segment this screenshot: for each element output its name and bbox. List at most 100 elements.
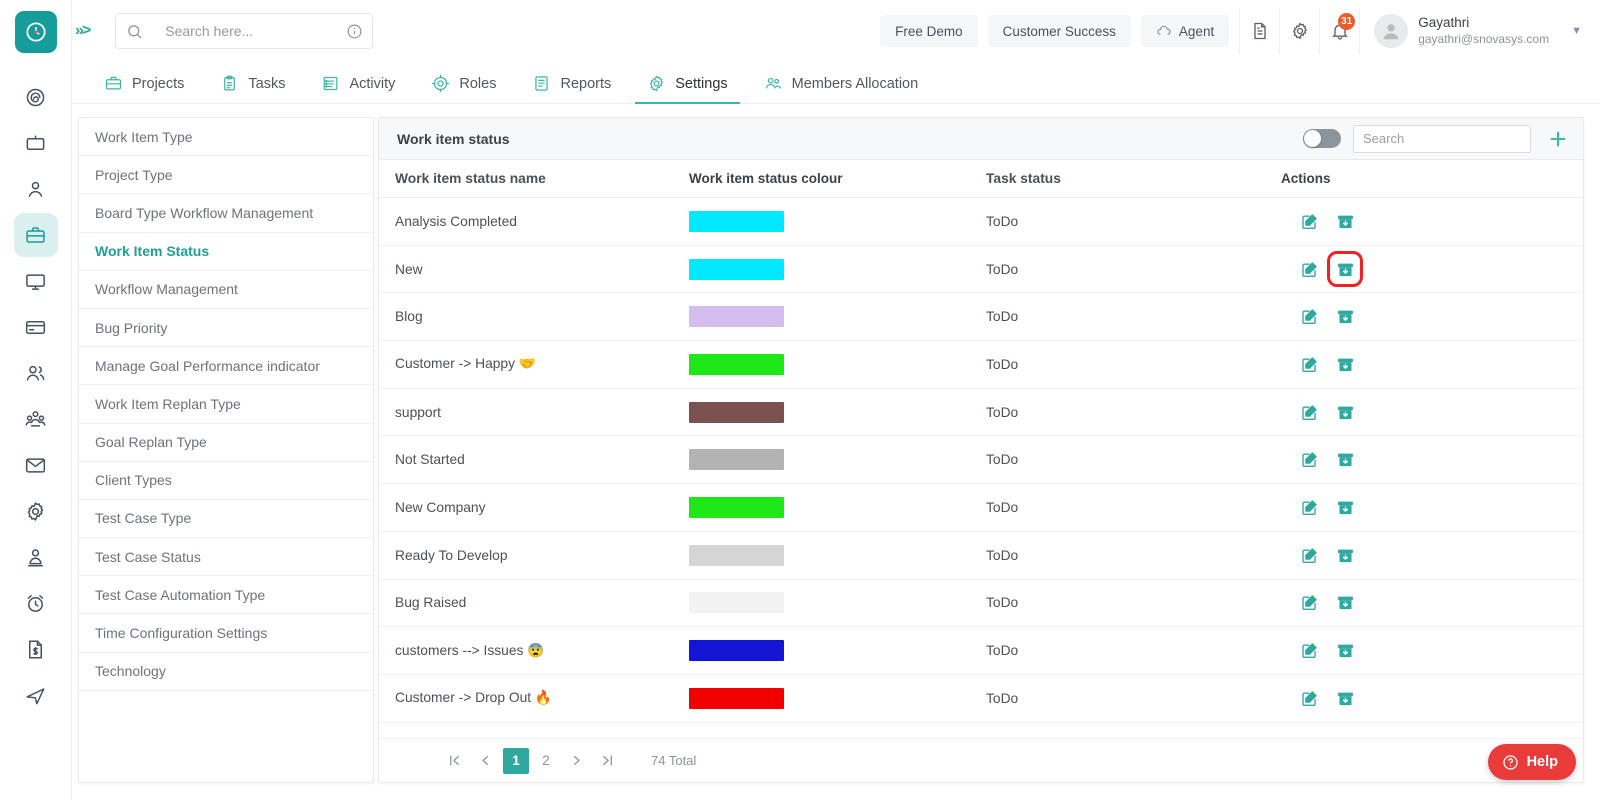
add-status-button[interactable] bbox=[1543, 128, 1573, 150]
column-header-colour: Work item status colour bbox=[689, 171, 843, 186]
submenu-item-work-item-status[interactable]: Work Item Status bbox=[79, 233, 373, 271]
notifications-button[interactable]: 31 bbox=[1319, 8, 1359, 54]
pagination-first[interactable] bbox=[441, 748, 468, 774]
submenu-item-test-case-status[interactable]: Test Case Status bbox=[79, 538, 373, 577]
edit-pencil-icon[interactable] bbox=[1299, 641, 1319, 661]
tab-settings[interactable]: Settings bbox=[629, 74, 745, 104]
edit-pencil-icon[interactable] bbox=[1299, 211, 1319, 231]
archive-download-icon[interactable] bbox=[1335, 641, 1355, 661]
row-action-group bbox=[1281, 354, 1583, 374]
notification-count-badge: 31 bbox=[1338, 13, 1356, 30]
edit-pencil-icon[interactable] bbox=[1299, 354, 1319, 374]
archive-download-icon[interactable] bbox=[1335, 211, 1355, 231]
submenu-item-board-type-workflow-management[interactable]: Board Type Workflow Management bbox=[79, 194, 373, 233]
submenu-item-work-item-replan-type[interactable]: Work Item Replan Type bbox=[79, 385, 373, 424]
submenu-item-test-case-type[interactable]: Test Case Type bbox=[79, 500, 373, 539]
tab-label: Settings bbox=[675, 75, 728, 92]
table-row: New ToDo bbox=[379, 246, 1583, 294]
cell-actions bbox=[1281, 545, 1583, 565]
edit-pencil-icon[interactable] bbox=[1299, 307, 1319, 327]
archive-download-icon[interactable] bbox=[1335, 354, 1355, 374]
tab-activity[interactable]: Activity bbox=[303, 74, 413, 103]
clock-logo-icon[interactable] bbox=[14, 11, 57, 53]
archive-download-icon[interactable] bbox=[1335, 450, 1355, 470]
submenu-item-project-type[interactable]: Project Type bbox=[79, 156, 373, 195]
column-header-task-status: Task status bbox=[986, 171, 1061, 186]
rail-item-list bbox=[13, 75, 58, 717]
archive-download-icon[interactable] bbox=[1335, 497, 1355, 517]
search-input[interactable] bbox=[165, 23, 347, 39]
column-header-actions: Actions bbox=[1281, 171, 1331, 186]
panel-search-input[interactable] bbox=[1353, 124, 1531, 153]
cell-status-name: customers --> Issues 😨 bbox=[395, 642, 545, 658]
pagination-next[interactable] bbox=[563, 748, 590, 774]
archive-download-icon[interactable] bbox=[1335, 307, 1355, 327]
rail-item-send[interactable] bbox=[14, 673, 58, 717]
double-chevron-right-icon[interactable]: »> bbox=[75, 22, 91, 40]
pagination-prev[interactable] bbox=[472, 748, 499, 774]
edit-pencil-icon[interactable] bbox=[1299, 450, 1319, 470]
rail-item-briefcase[interactable] bbox=[13, 213, 58, 257]
pagination-last[interactable] bbox=[594, 748, 621, 774]
send-icon bbox=[26, 687, 45, 704]
info-circle-icon[interactable] bbox=[346, 23, 363, 40]
table-row: Not Started ToDo bbox=[379, 436, 1583, 485]
settings-button[interactable] bbox=[1279, 8, 1319, 54]
tab-projects[interactable]: Projects bbox=[86, 74, 202, 103]
agent-button[interactable]: Agent bbox=[1140, 15, 1230, 47]
rail-item-monitor[interactable] bbox=[14, 259, 58, 303]
rail-item-tv-board[interactable] bbox=[14, 121, 58, 165]
submenu-item-bug-priority[interactable]: Bug Priority bbox=[79, 309, 373, 348]
rail-item-card[interactable] bbox=[14, 305, 58, 349]
mail-icon bbox=[25, 457, 46, 473]
submenu-item-test-case-automation-type[interactable]: Test Case Automation Type bbox=[79, 576, 373, 615]
rail-item-invoice[interactable] bbox=[14, 627, 58, 671]
rail-item-two-people[interactable] bbox=[14, 351, 58, 395]
chevron-down-icon[interactable]: ▼ bbox=[1571, 25, 1582, 37]
edit-pencil-icon[interactable] bbox=[1299, 593, 1319, 613]
submenu-item-manage-goal-performance-indicator[interactable]: Manage Goal Performance indicator bbox=[79, 347, 373, 386]
agent-label: Agent bbox=[1178, 23, 1215, 39]
free-demo-button[interactable]: Free Demo bbox=[880, 15, 978, 47]
cell-actions bbox=[1281, 497, 1583, 517]
edit-pencil-icon[interactable] bbox=[1299, 402, 1319, 422]
submenu-item-technology[interactable]: Technology bbox=[79, 653, 373, 691]
global-search[interactable] bbox=[115, 13, 374, 49]
pagination: 1 2 74 Total bbox=[379, 738, 1583, 782]
edit-pencil-icon[interactable] bbox=[1299, 259, 1319, 279]
cell-status-colour bbox=[689, 544, 986, 566]
help-button[interactable]: Help bbox=[1487, 744, 1576, 780]
tab-tasks[interactable]: Tasks bbox=[202, 74, 303, 103]
rail-item-user-badge[interactable] bbox=[14, 535, 58, 579]
tab-reports[interactable]: Reports bbox=[514, 74, 629, 103]
pagination-page-2[interactable]: 2 bbox=[533, 748, 559, 774]
submenu-item-workflow-management[interactable]: Workflow Management bbox=[79, 271, 373, 309]
edit-pencil-icon[interactable] bbox=[1299, 545, 1319, 565]
rail-item-mail[interactable] bbox=[14, 443, 58, 487]
submenu-item-goal-replan-type[interactable]: Goal Replan Type bbox=[79, 424, 373, 462]
rail-item-alarm-clock[interactable] bbox=[14, 581, 58, 625]
tab-roles[interactable]: Roles bbox=[413, 74, 514, 103]
archive-download-icon[interactable] bbox=[1327, 251, 1363, 288]
rail-item-dashboard-spiral[interactable] bbox=[14, 75, 58, 119]
rail-item-gear[interactable] bbox=[14, 489, 58, 533]
submenu-item-client-types[interactable]: Client Types bbox=[79, 462, 373, 500]
documents-button[interactable] bbox=[1239, 8, 1279, 54]
row-action-group bbox=[1281, 641, 1583, 661]
rail-item-group-people[interactable] bbox=[14, 397, 58, 441]
archive-download-icon[interactable] bbox=[1335, 402, 1355, 422]
edit-pencil-icon[interactable] bbox=[1299, 688, 1319, 708]
archive-download-icon[interactable] bbox=[1335, 545, 1355, 565]
user-menu[interactable]: Gayathri gayathri@snovasys.com ▼ bbox=[1359, 8, 1590, 54]
rail-item-person[interactable] bbox=[14, 167, 58, 211]
archive-toggle[interactable] bbox=[1303, 129, 1341, 148]
archive-download-icon[interactable] bbox=[1335, 593, 1355, 613]
pagination-page-1[interactable]: 1 bbox=[503, 747, 529, 774]
tab-members-allocation[interactable]: Members Allocation bbox=[746, 74, 937, 103]
edit-pencil-icon[interactable] bbox=[1299, 497, 1319, 517]
archive-download-icon[interactable] bbox=[1335, 688, 1355, 708]
customer-success-button[interactable]: Customer Success bbox=[987, 15, 1131, 47]
submenu-item-work-item-type[interactable]: Work Item Type bbox=[79, 118, 373, 157]
submenu-item-time-configuration-settings[interactable]: Time Configuration Settings bbox=[79, 614, 373, 653]
gear-icon bbox=[27, 501, 44, 521]
